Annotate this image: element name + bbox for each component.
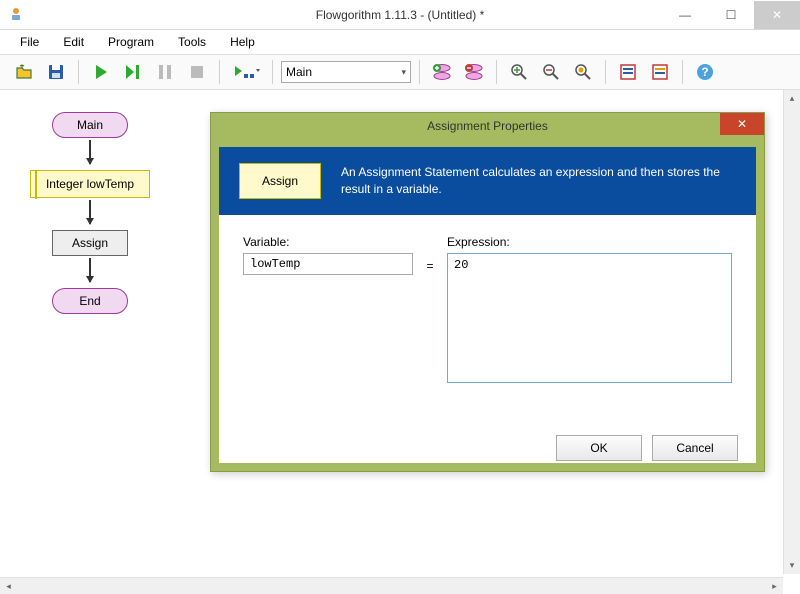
zoom-in-icon <box>510 63 528 81</box>
help-button[interactable]: ? <box>691 58 719 86</box>
window-controls: — ☐ ✕ <box>662 1 800 29</box>
flowchart-declare-node[interactable]: Integer lowTemp <box>30 170 150 198</box>
add-function-button[interactable] <box>428 58 456 86</box>
speed-button[interactable] <box>228 58 264 86</box>
menu-help[interactable]: Help <box>220 32 265 52</box>
chevron-down-icon: ▾ <box>401 67 406 78</box>
toolbar-separator <box>78 60 79 84</box>
assignment-properties-dialog: Assignment Properties ✕ Assign An Assign… <box>210 112 765 472</box>
zoom-out-button[interactable] <box>537 58 565 86</box>
open-button[interactable] <box>10 58 38 86</box>
banner-assign-box: Assign <box>239 163 321 199</box>
remove-function-button[interactable] <box>460 58 488 86</box>
pause-icon <box>157 64 173 80</box>
layout2-icon <box>651 63 669 81</box>
layout2-button[interactable] <box>646 58 674 86</box>
zoom-fit-button[interactable] <box>569 58 597 86</box>
flowchart-main-terminal[interactable]: Main <box>52 112 128 138</box>
banner-description: An Assignment Statement calculates an ex… <box>341 164 736 198</box>
flowchart-arrow <box>89 140 91 164</box>
toolbar-separator <box>272 60 273 84</box>
speed-icon <box>232 63 260 81</box>
help-icon: ? <box>696 63 714 81</box>
dialog-close-button[interactable]: ✕ <box>720 113 764 135</box>
step-icon <box>123 63 143 81</box>
horizontal-scrollbar[interactable]: ◂ ▸ <box>0 577 783 594</box>
menu-tools[interactable]: Tools <box>168 32 216 52</box>
close-button[interactable]: ✕ <box>754 1 800 29</box>
layout1-button[interactable] <box>614 58 642 86</box>
function-dropdown[interactable]: Main ▾ <box>281 61 411 83</box>
pause-button[interactable] <box>151 58 179 86</box>
zoom-gear-icon <box>574 63 592 81</box>
menu-program[interactable]: Program <box>98 32 164 52</box>
flowchart-assign-node[interactable]: Assign <box>52 230 128 256</box>
play-icon <box>92 63 110 81</box>
scroll-up-icon[interactable]: ▴ <box>784 90 800 107</box>
layout1-icon <box>619 63 637 81</box>
scroll-right-icon[interactable]: ▸ <box>766 578 783 594</box>
flowchart-arrow <box>89 200 91 224</box>
stop-icon <box>189 64 205 80</box>
cancel-button[interactable]: Cancel <box>652 435 738 461</box>
expression-input[interactable] <box>447 253 732 383</box>
variable-input[interactable] <box>243 253 413 275</box>
stop-button[interactable] <box>183 58 211 86</box>
flowchart-arrow <box>89 258 91 282</box>
save-icon <box>46 62 66 82</box>
menu-edit[interactable]: Edit <box>53 32 94 52</box>
minimize-button[interactable]: — <box>662 1 708 29</box>
toolbar-separator <box>419 60 420 84</box>
toolbar-separator <box>496 60 497 84</box>
scroll-down-icon[interactable]: ▾ <box>784 557 800 574</box>
toolbar-separator <box>682 60 683 84</box>
window-titlebar: Flowgorithm 1.11.3 - (Untitled) * — ☐ ✕ <box>0 0 800 30</box>
ok-button[interactable]: OK <box>556 435 642 461</box>
expression-label: Expression: <box>447 235 732 249</box>
app-icon <box>8 7 24 23</box>
zoom-in-button[interactable] <box>505 58 533 86</box>
equals-sign: = <box>425 235 435 386</box>
run-button[interactable] <box>87 58 115 86</box>
scroll-left-icon[interactable]: ◂ <box>0 578 17 594</box>
dialog-titlebar[interactable]: Assignment Properties ✕ <box>211 113 764 139</box>
toolbar-separator <box>219 60 220 84</box>
toolbar-separator <box>605 60 606 84</box>
flowchart-end-terminal[interactable]: End <box>52 288 128 314</box>
save-button[interactable] <box>42 58 70 86</box>
maximize-button[interactable]: ☐ <box>708 1 754 29</box>
toolbar: Main ▾ ? <box>0 54 800 90</box>
remove-pill-icon <box>464 63 484 81</box>
step-button[interactable] <box>119 58 147 86</box>
menu-bar: File Edit Program Tools Help <box>0 30 800 54</box>
zoom-out-icon <box>542 63 560 81</box>
variable-label: Variable: <box>243 235 413 249</box>
function-selected-text: Main <box>286 65 312 79</box>
dialog-banner: Assign An Assignment Statement calculate… <box>219 147 756 215</box>
svg-text:?: ? <box>701 65 708 79</box>
vertical-scrollbar[interactable]: ▴ ▾ <box>783 90 800 574</box>
menu-file[interactable]: File <box>10 32 49 52</box>
dialog-title: Assignment Properties <box>211 119 764 133</box>
add-pill-icon <box>432 63 452 81</box>
open-icon <box>14 62 34 82</box>
